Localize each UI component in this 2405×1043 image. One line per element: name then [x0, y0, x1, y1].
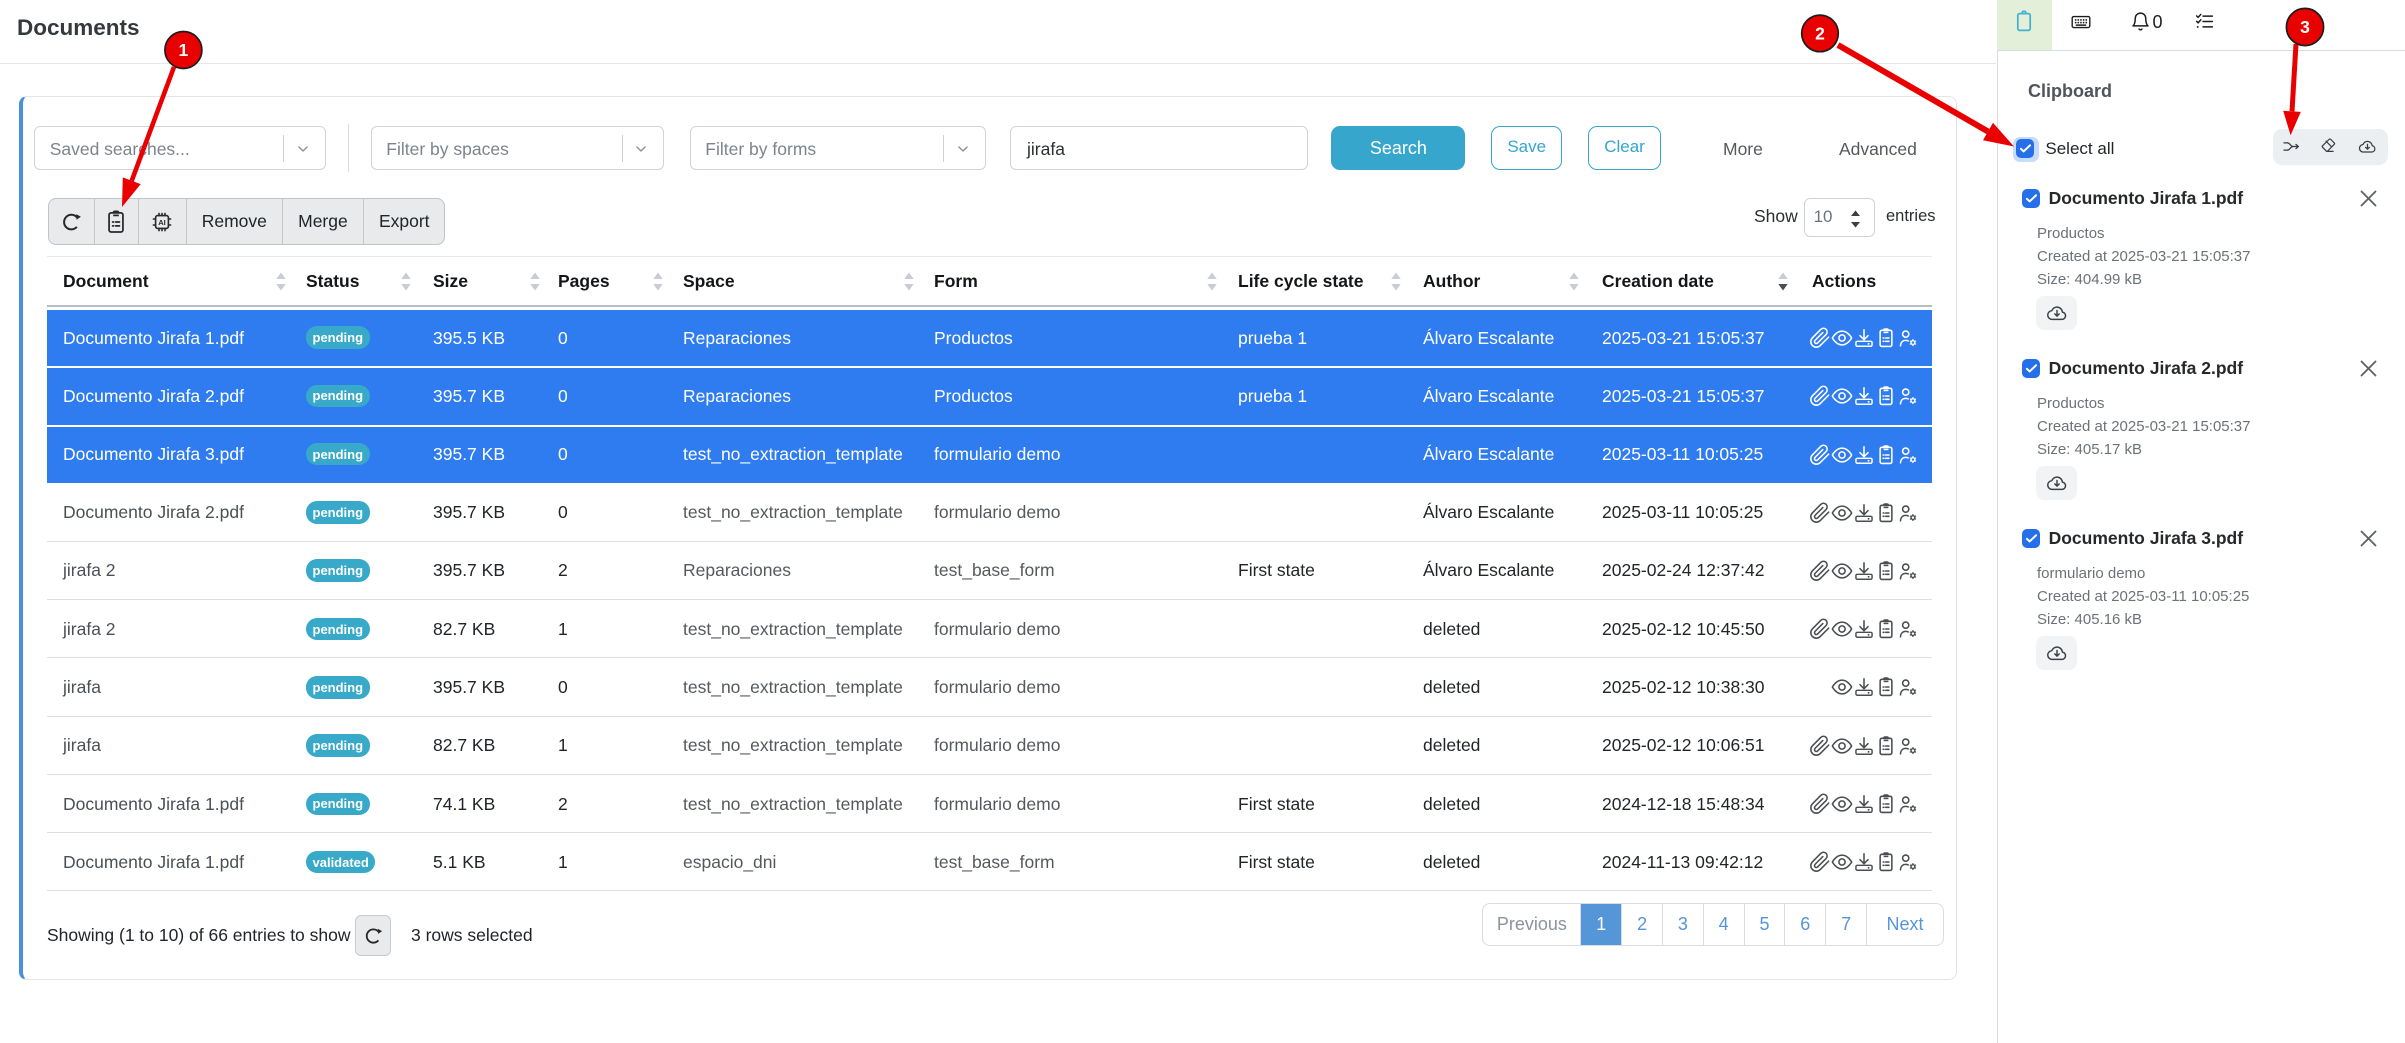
svg-text:3: 3: [2300, 17, 2310, 37]
svg-text:2: 2: [1815, 24, 1825, 44]
svg-text:1: 1: [179, 40, 189, 60]
